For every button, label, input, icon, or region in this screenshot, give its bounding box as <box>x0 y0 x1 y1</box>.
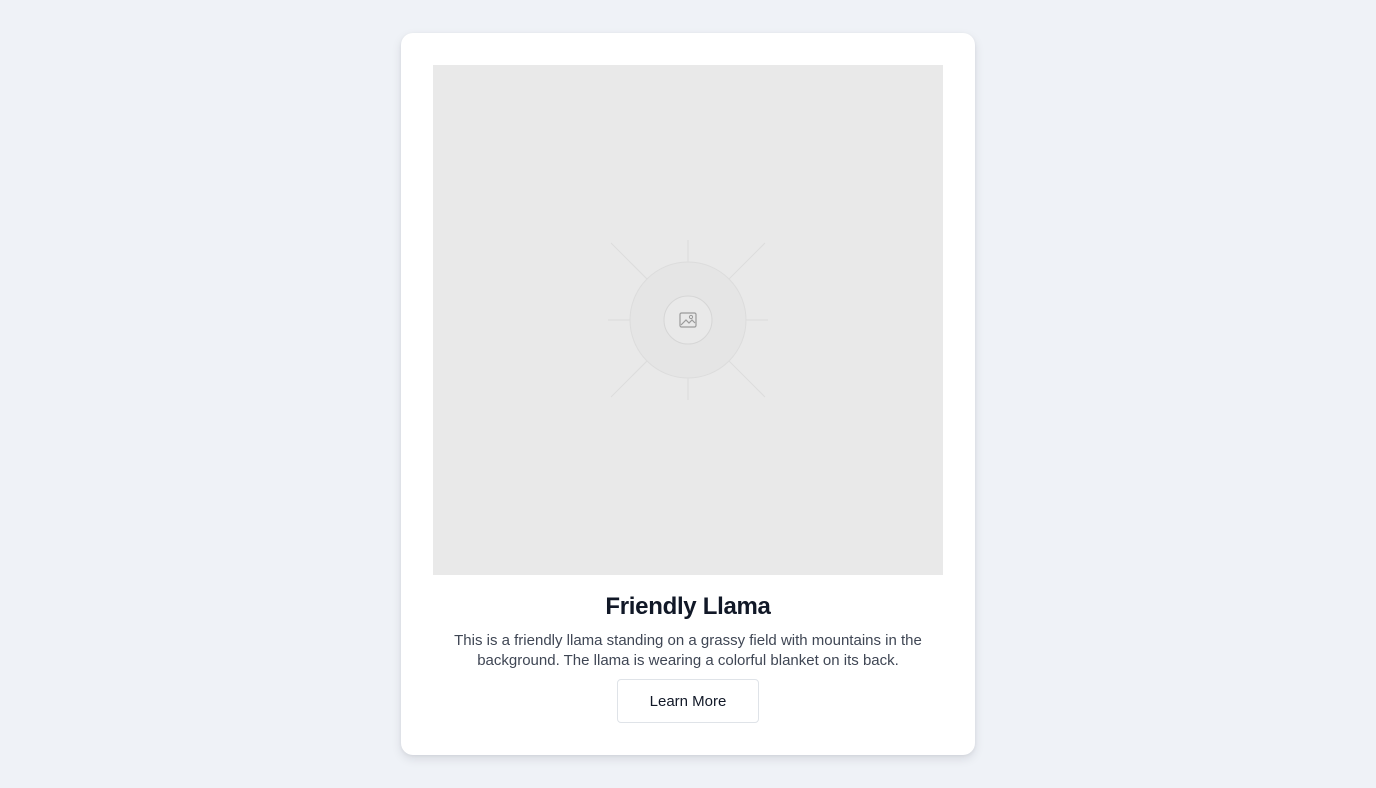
card-description: This is a friendly llama standing on a g… <box>454 632 922 669</box>
page: Friendly Llama This is a friendly llama … <box>0 0 1376 788</box>
image-placeholder <box>433 65 943 575</box>
card-title: Friendly Llama <box>605 593 771 620</box>
learn-more-button[interactable]: Learn More <box>617 679 759 723</box>
llama-card: Friendly Llama This is a friendly llama … <box>401 33 975 755</box>
image-icon <box>679 312 697 328</box>
